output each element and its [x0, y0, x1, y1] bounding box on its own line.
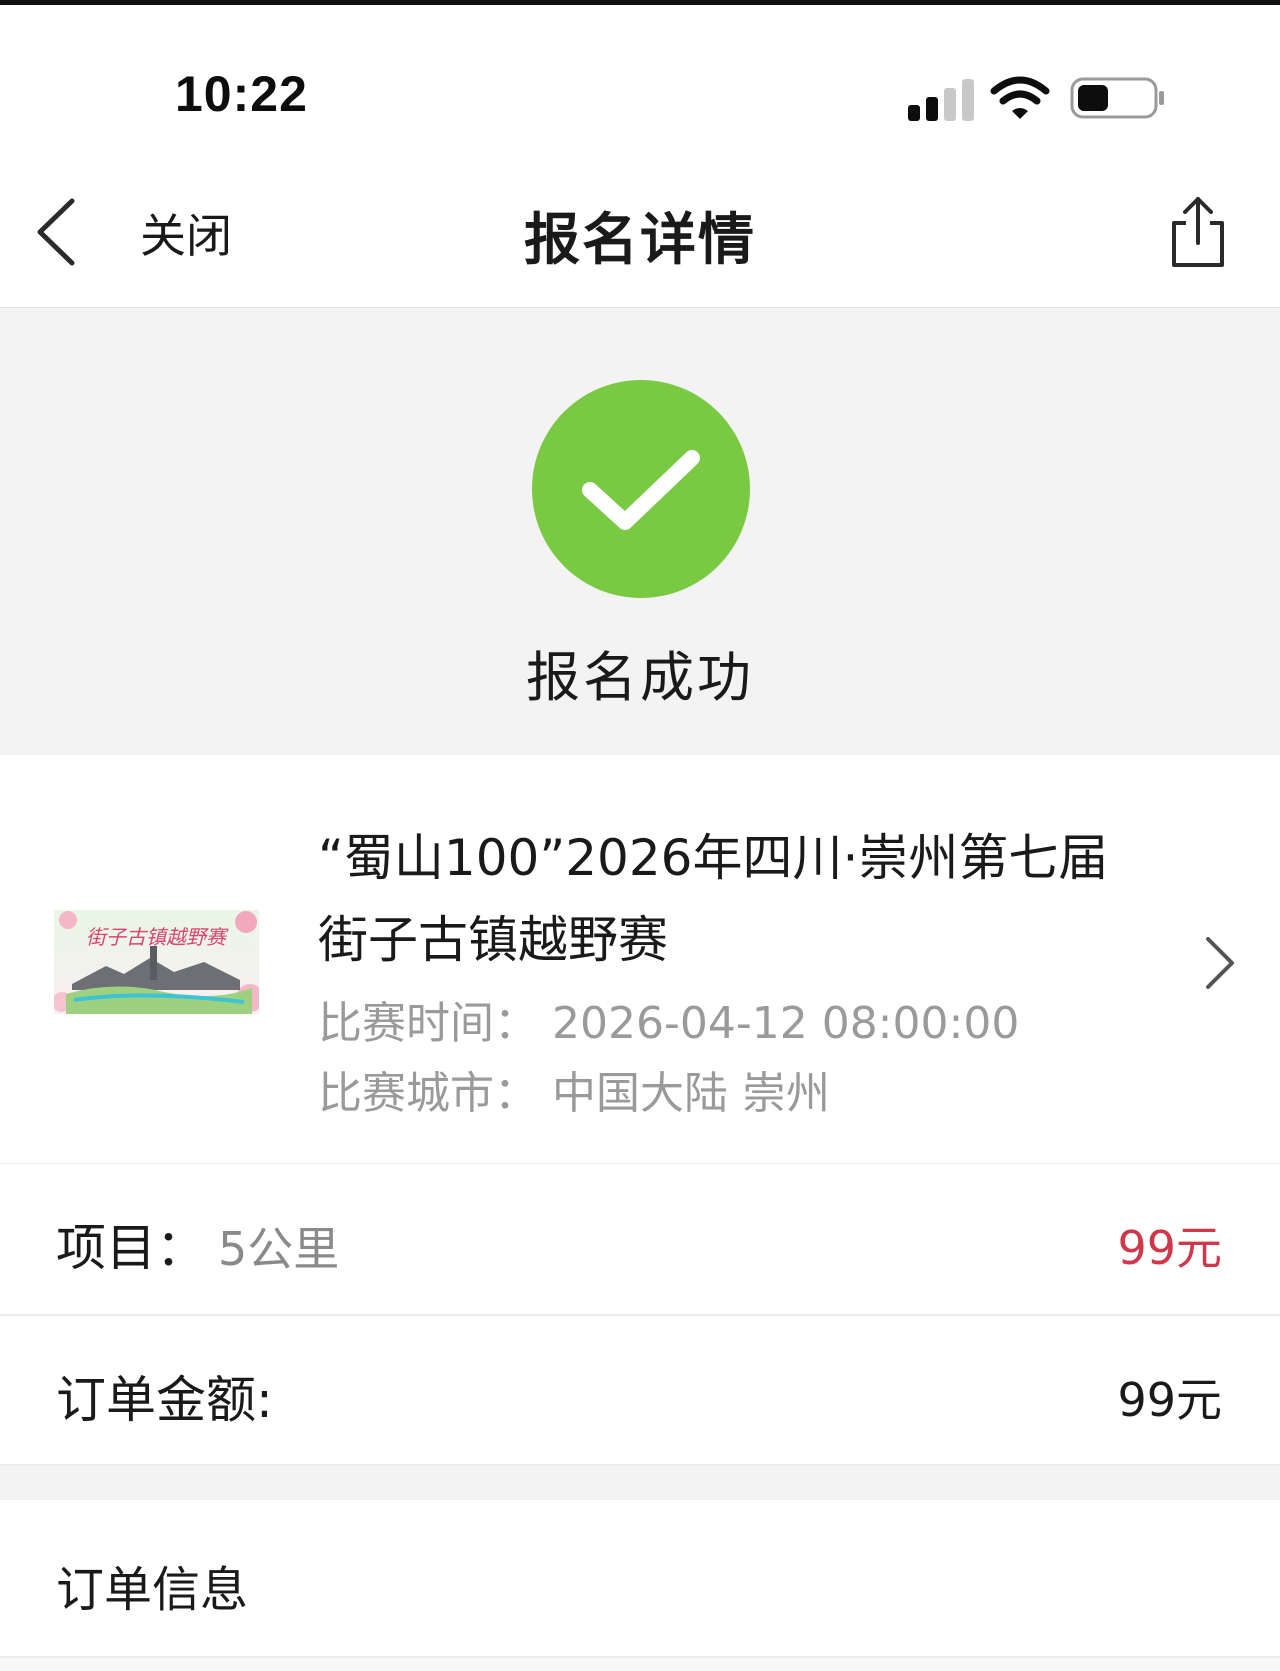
wifi-icon [990, 76, 1050, 119]
event-card[interactable]: 街子古镇越野赛 “蜀山100”2026年四川·崇州第七届 街子古镇越野赛 比赛时… [0, 755, 1280, 1165]
event-city: 比赛城市： 中国大陆 崇州 [318, 1057, 830, 1121]
event-poster-image: 街子古镇越野赛 [54, 910, 259, 1014]
event-time-label: 比赛时间： [318, 998, 538, 1049]
order-amount-value: 99元 [1117, 1373, 1222, 1427]
battery-icon [1070, 77, 1164, 119]
race-item-row: 项目： 5公里 99元 [0, 1164, 1280, 1316]
event-time: 比赛时间： 2026-04-12 08:00:00 [318, 987, 1019, 1051]
section-divider [0, 1466, 1280, 1500]
status-time: 10:22 [175, 66, 308, 122]
share-icon[interactable] [1168, 193, 1228, 269]
success-status-text: 报名成功 [526, 646, 754, 709]
race-item-distance: 5公里 [218, 1222, 340, 1276]
order-amount-label: 订单金额: [56, 1371, 273, 1429]
bottom-area [0, 1658, 1280, 1671]
race-item-price: 99元 [1117, 1221, 1222, 1275]
race-item-label-text: 项目： [56, 1219, 206, 1277]
order-info-row[interactable]: 订单信息 [0, 1500, 1280, 1658]
page-title: 报名详情 [524, 208, 756, 273]
order-amount-row: 订单金额: 99元 [0, 1316, 1280, 1466]
order-info-label: 订单信息 [56, 1562, 249, 1618]
svg-text:街子古镇越野赛: 街子古镇越野赛 [86, 925, 229, 949]
success-banner: 报名成功 [0, 308, 1280, 755]
status-bar: 10:22 [0, 5, 1280, 155]
chevron-right-icon[interactable] [1200, 933, 1240, 993]
event-title-line-2: 街子古镇越野赛 [318, 911, 668, 969]
nav-bar: 关闭 报名详情 [0, 155, 1280, 308]
event-city-label: 比赛城市： [318, 1068, 538, 1119]
event-time-value: 2026-04-12 08:00:00 [552, 998, 1020, 1049]
event-title-line-1: “蜀山100”2026年四川·崇州第七届 [318, 829, 1109, 887]
cellular-signal-icon [908, 77, 974, 121]
event-title: “蜀山100”2026年四川·崇州第七届 街子古镇越野赛 [318, 817, 1148, 981]
event-city-value: 中国大陆 崇州 [552, 1068, 830, 1119]
race-item-label: 项目： 5公里 [56, 1208, 339, 1280]
success-check-icon [532, 380, 750, 598]
